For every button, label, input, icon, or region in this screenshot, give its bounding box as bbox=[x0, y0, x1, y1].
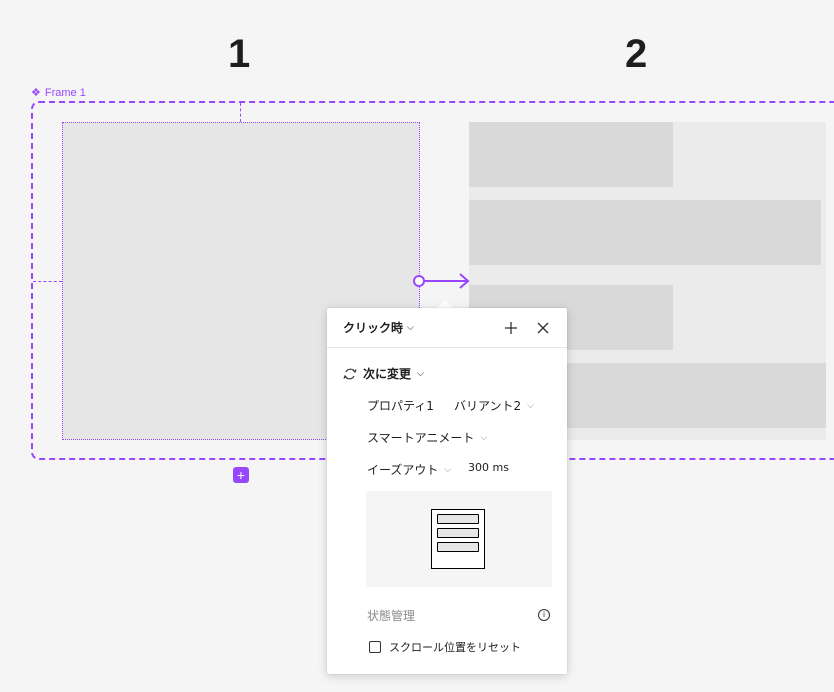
preview-frame-icon bbox=[431, 509, 485, 569]
duration-input[interactable]: 300 ms bbox=[468, 461, 509, 474]
reset-scroll-label: スクロール位置をリセット bbox=[389, 641, 521, 654]
animation-preview bbox=[366, 491, 552, 587]
add-variant-button[interactable]: + bbox=[233, 467, 249, 483]
interaction-popover: クリック時 ⌵ 次に変更 ⌵ プロパティ1 バリアント2 ⌵ スマートアニメート… bbox=[327, 308, 567, 674]
popover-header: クリック時 ⌵ bbox=[327, 308, 567, 348]
close-icon bbox=[537, 322, 549, 333]
variant-2-block-2 bbox=[469, 200, 821, 265]
chevron-down-icon: ⌵ bbox=[444, 464, 452, 475]
chevron-down-icon: ⌵ bbox=[407, 322, 414, 333]
easing-dropdown[interactable]: イーズアウト ⌵ bbox=[367, 461, 451, 478]
info-icon[interactable]: i bbox=[538, 609, 550, 621]
preview-bar-2 bbox=[437, 528, 479, 538]
prototype-connection-arrow[interactable] bbox=[410, 270, 474, 292]
property-label-text: プロパティ1 bbox=[367, 399, 434, 413]
component-set-icon: ❖ bbox=[31, 86, 41, 99]
chevron-down-icon: ⌵ bbox=[527, 400, 534, 411]
property-value-text: バリアント2 bbox=[454, 399, 522, 413]
action-dropdown[interactable]: 次に変更 ⌵ bbox=[343, 365, 424, 382]
swap-variant-icon bbox=[343, 368, 357, 379]
reset-scroll-checkbox-row[interactable]: スクロール位置をリセット bbox=[369, 639, 521, 655]
trigger-dropdown[interactable]: クリック時 ⌵ bbox=[343, 319, 491, 336]
state-management-label: 状態管理 bbox=[367, 607, 415, 624]
action-label: 次に変更 bbox=[363, 367, 412, 381]
add-interaction-button[interactable] bbox=[499, 316, 523, 340]
preview-bar-1 bbox=[437, 514, 479, 524]
animation-label: スマートアニメート bbox=[367, 431, 475, 445]
frame-label[interactable]: ❖ Frame 1 bbox=[31, 87, 86, 99]
easing-label: イーズアウト bbox=[367, 463, 439, 477]
variant-number-1: 1 bbox=[228, 32, 251, 76]
plus-icon bbox=[505, 321, 517, 334]
property-label: プロパティ1 bbox=[367, 397, 434, 414]
trigger-label: クリック時 bbox=[343, 321, 404, 335]
property-value-dropdown[interactable]: バリアント2 ⌵ bbox=[454, 397, 534, 414]
variant-2-block-1 bbox=[469, 122, 673, 187]
close-button[interactable] bbox=[531, 316, 555, 340]
variant-number-2: 2 bbox=[625, 32, 648, 76]
preview-bar-3 bbox=[437, 542, 479, 552]
reset-scroll-checkbox[interactable] bbox=[369, 641, 381, 653]
chevron-down-icon: ⌵ bbox=[417, 368, 424, 379]
spacing-guide-top bbox=[240, 103, 241, 122]
popover-caret bbox=[437, 300, 453, 308]
state-management-text: 状態管理 bbox=[367, 609, 416, 623]
animation-dropdown[interactable]: スマートアニメート ⌵ bbox=[367, 429, 487, 446]
chevron-down-icon: ⌵ bbox=[480, 432, 488, 443]
spacing-guide-left bbox=[33, 281, 62, 282]
frame-label-text: Frame 1 bbox=[44, 87, 86, 99]
duration-value: 300 ms bbox=[468, 461, 509, 474]
